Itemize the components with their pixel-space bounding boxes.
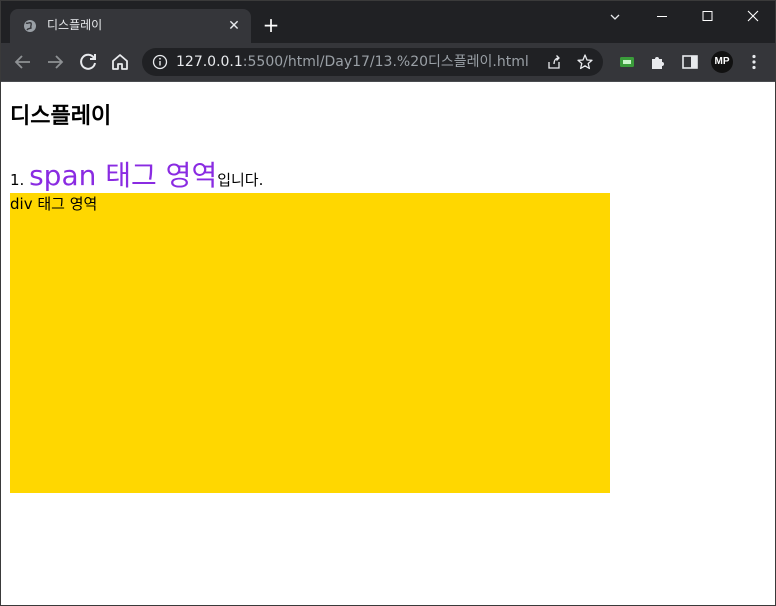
div-tag-area: div 태그 영역 <box>10 193 610 493</box>
back-arrow-icon[interactable] <box>11 50 35 74</box>
maximize-button[interactable] <box>685 1 731 33</box>
span-tag-area: span 태그 영역 <box>29 159 218 192</box>
profile-avatar[interactable]: MP <box>711 51 733 73</box>
side-panel-icon[interactable] <box>680 52 700 72</box>
green-extension-icon[interactable] <box>617 52 637 72</box>
tab-search-chevron-icon[interactable] <box>605 7 625 27</box>
site-info-icon[interactable] <box>152 54 168 70</box>
extensions-puzzle-icon[interactable] <box>648 52 668 72</box>
line-prefix: 1. <box>10 171 30 189</box>
reload-icon[interactable] <box>76 50 100 74</box>
forward-arrow-icon[interactable] <box>43 50 67 74</box>
line-suffix: 입니다. <box>217 171 264 189</box>
url-text[interactable]: 127.0.0.1:5500/html/Day17/13.%20디스플레이.ht… <box>176 54 529 70</box>
browser-window: 디스플레이 ✕ + 127.0.0.1:5500/html/Day17/13.%… <box>0 0 776 606</box>
span-line: 1. span 태그 영역입니다. <box>10 158 263 198</box>
more-menu-icon[interactable] <box>744 52 764 72</box>
active-tab[interactable]: 디스플레이 ✕ <box>10 9 251 43</box>
tab-strip: 디스플레이 ✕ + <box>1 1 776 43</box>
globe-icon <box>24 20 36 32</box>
close-window-button[interactable] <box>731 1 776 33</box>
browser-toolbar: 127.0.0.1:5500/html/Day17/13.%20디스플레이.ht… <box>1 43 775 82</box>
address-bar[interactable]: 127.0.0.1:5500/html/Day17/13.%20디스플레이.ht… <box>142 48 603 76</box>
minimize-button[interactable] <box>639 1 685 33</box>
share-icon[interactable] <box>546 54 562 70</box>
bookmark-star-icon[interactable] <box>576 53 594 71</box>
page-content: 디스플레이 1. span 태그 영역입니다. div 태그 영역 <box>1 82 775 605</box>
tab-title: 디스플레이 <box>47 18 103 32</box>
page-heading: 디스플레이 <box>10 104 112 129</box>
url-host: 127.0.0.1 <box>176 54 243 70</box>
home-icon[interactable] <box>108 50 132 74</box>
tab-close-button[interactable]: ✕ <box>226 18 242 34</box>
new-tab-button[interactable]: + <box>259 14 283 38</box>
url-path: :5500/html/Day17/13.%20디스플레이.html <box>242 54 529 70</box>
